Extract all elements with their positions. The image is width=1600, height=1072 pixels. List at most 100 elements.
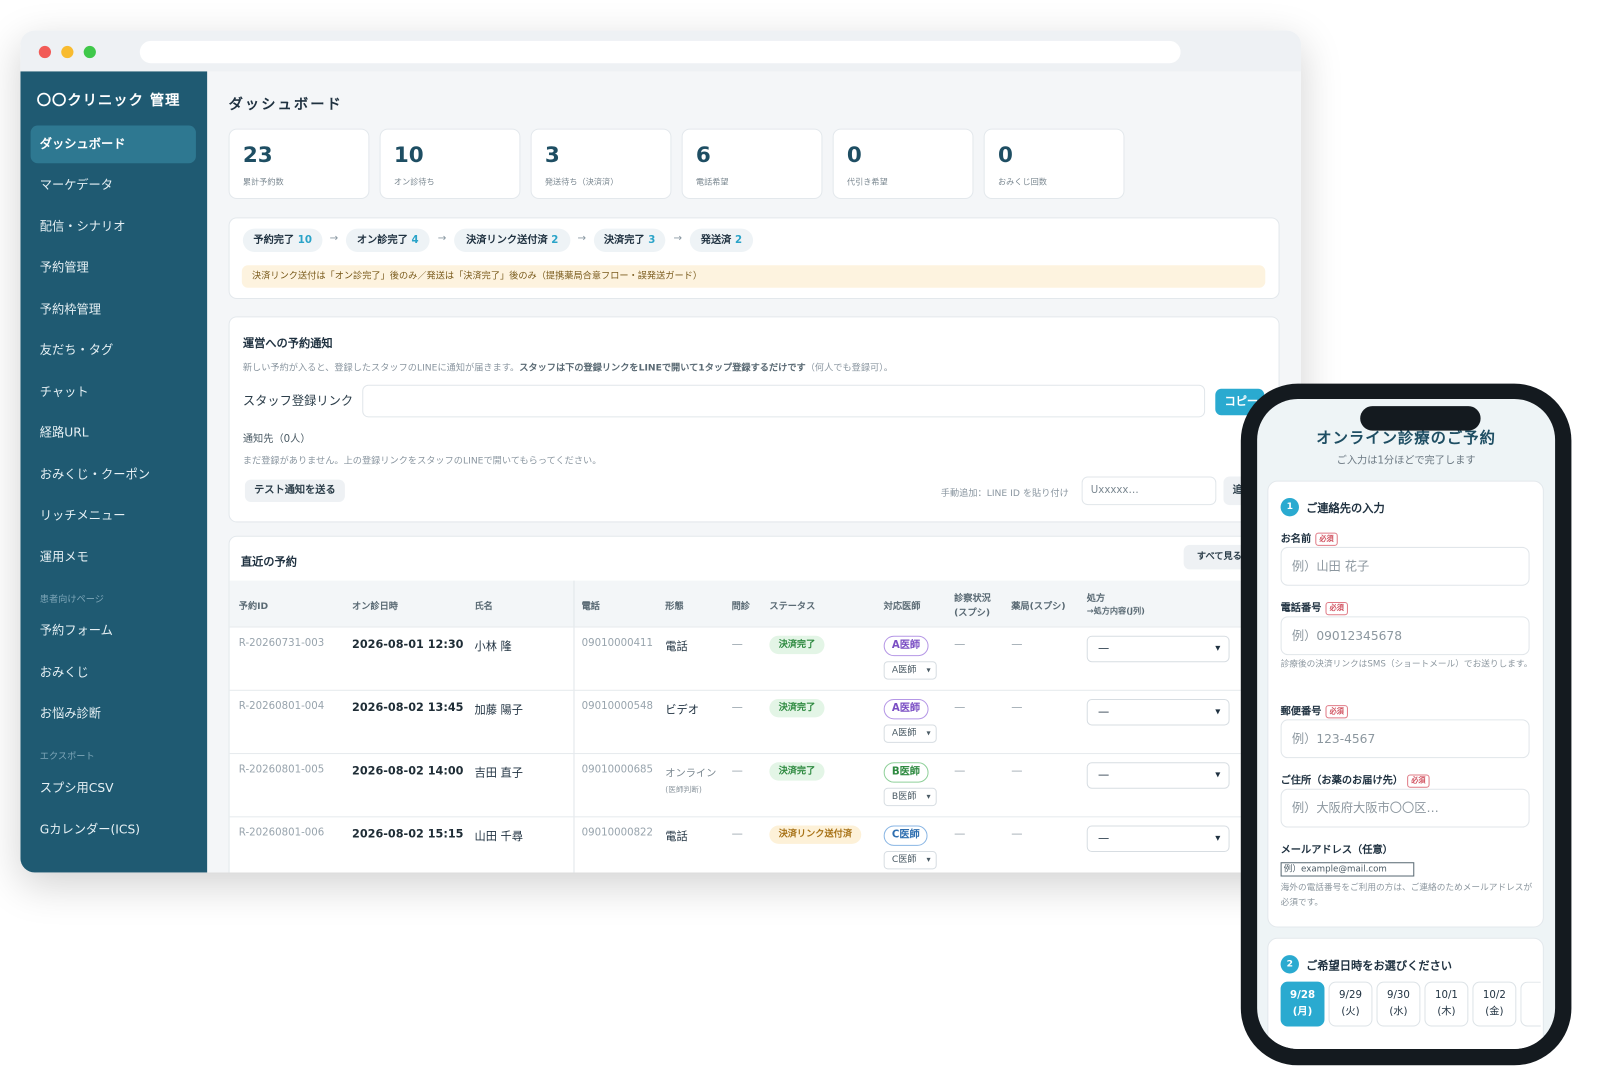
- date-option[interactable]: 10/1 (木): [1424, 981, 1469, 1027]
- app-title: 〇〇クリニック 管理: [36, 92, 181, 110]
- sidebar-item-omikuji[interactable]: おみくじ: [31, 654, 196, 692]
- stat-label: おみくじ回数: [997, 177, 1047, 187]
- doctor-select-value: C医師: [891, 855, 917, 866]
- flow-note: 決済リンク送付は「オン診完了」後のみ／発送は「決済完了」後のみ（提携薬局合意フロ…: [241, 265, 1266, 288]
- flow-step[interactable]: 決済リンク送付済 2: [454, 228, 571, 253]
- flow-step-count: 2: [551, 234, 559, 246]
- patient-name: 吉田 直子: [474, 766, 523, 780]
- rx-select-value: —: [1097, 768, 1110, 782]
- chevron-down-icon: ▾: [926, 855, 931, 865]
- notify-title: 運営への予約通知: [242, 336, 333, 350]
- chevron-down-icon: ▾: [1215, 642, 1221, 655]
- doctor-select[interactable]: A医師 ▾: [883, 661, 937, 680]
- flow-card: 予約完了 10 → オン診完了 4 → 決済リンク送付済 2 → 決済完了 3 …: [228, 217, 1280, 299]
- recipients-label: 通知先（0人）: [242, 433, 311, 445]
- sidebar-item-csv[interactable]: スプシ用CSV: [31, 769, 196, 807]
- flow-step-label: 決済リンク送付済: [466, 234, 548, 246]
- rx-select-value: —: [1097, 705, 1110, 719]
- sidebar-item-delivery[interactable]: 配信・シナリオ: [31, 208, 196, 246]
- reservation-id[interactable]: R-20260801-004: [239, 701, 324, 712]
- rx-select[interactable]: — ▾: [1086, 762, 1230, 789]
- sidebar-item-slots[interactable]: 予約枠管理: [31, 291, 196, 329]
- rx-select-value: —: [1097, 831, 1110, 845]
- date-day: 9/28: [1290, 989, 1316, 1002]
- consult-type: オンライン: [665, 768, 717, 780]
- col-exam: 診察状況: [954, 593, 991, 605]
- reservation-datetime: 2026-08-01 12:30: [352, 637, 464, 652]
- sidebar-item-form[interactable]: 予約フォーム: [31, 612, 196, 650]
- sidebar-item-marketing[interactable]: マーケデータ: [31, 166, 196, 204]
- maximize-dot-icon[interactable]: [83, 45, 96, 59]
- sidebar-item-friends[interactable]: 友だち・タグ: [31, 332, 196, 370]
- flow-step-label: オン診完了: [356, 234, 408, 246]
- name-field[interactable]: 例）山田 花子: [1280, 546, 1530, 586]
- tel-field[interactable]: 例）09012345678: [1280, 616, 1530, 656]
- recipients-empty: まだ登録がありません。上の登録リンクをスタッフのLINEで開いてもらってください…: [242, 456, 602, 467]
- sidebar-item-diagnosis[interactable]: お悩み診断: [31, 695, 196, 733]
- row-divider: [229, 753, 1279, 755]
- sidebar-item-rich-menu[interactable]: リッチメニュー: [31, 497, 196, 535]
- reservation-id[interactable]: R-20260731-003: [239, 638, 324, 649]
- sidebar-item-memo[interactable]: 運用メモ: [31, 539, 196, 577]
- col-id: 予約ID: [238, 602, 269, 613]
- col-name: 氏名: [474, 602, 493, 613]
- recent-card: 直近の予約 すべて見る 予約ID オン診日時 氏名 電話 形態 問診 ステータス…: [228, 535, 1280, 873]
- sidebar-item-ics[interactable]: Gカレンダー(ICS): [31, 811, 196, 849]
- doctor-badge: B医師: [883, 762, 929, 783]
- reservation-datetime: 2026-08-02 13:45: [352, 701, 464, 715]
- minimize-dot-icon[interactable]: [61, 45, 74, 59]
- sidebar-item-dashboard[interactable]: ダッシュボード: [30, 125, 196, 164]
- patient-name: 加藤 陽子: [474, 703, 523, 717]
- notify-desc-c: （何人でも登録可）。: [805, 363, 893, 374]
- reservation-id[interactable]: R-20260801-005: [239, 764, 324, 775]
- address-field[interactable]: 例）大阪府大阪市〇〇区…: [1280, 788, 1530, 828]
- interview-value: —: [731, 637, 743, 652]
- notify-card: 運営への予約通知 新しい予約が入ると、登録したスタッフのLINEに通知が届きます…: [228, 316, 1280, 523]
- col-interview: 問診: [731, 602, 751, 613]
- rx-select[interactable]: — ▾: [1086, 825, 1230, 853]
- sidebar-item-chat[interactable]: チャット: [31, 373, 196, 411]
- rx-select[interactable]: — ▾: [1086, 698, 1230, 726]
- doctor-select[interactable]: C医師 ▾: [883, 851, 937, 870]
- flow-step[interactable]: 発送済 2: [689, 228, 754, 253]
- consult-type: 電話: [665, 639, 688, 654]
- sidebar-item-route-url[interactable]: 経路URL: [31, 414, 196, 452]
- sidebar-item-reservations[interactable]: 予約管理: [31, 249, 196, 287]
- exam-value: —: [954, 764, 966, 778]
- flow-step[interactable]: 決済完了 3: [593, 228, 666, 253]
- stat-label: 発送待ち（決済済）: [544, 177, 619, 187]
- test-notify-button[interactable]: テスト通知を送る: [244, 479, 345, 503]
- doctor-select-value: B医師: [891, 791, 917, 803]
- address-bar[interactable]: [139, 40, 1181, 64]
- date-option[interactable]: 9/28 (月): [1280, 981, 1325, 1027]
- doctor-select[interactable]: A医師 ▾: [883, 724, 937, 743]
- patient-phone: 09010000685: [581, 764, 654, 776]
- reservation-id[interactable]: R-20260801-006: [239, 828, 324, 839]
- date-option[interactable]: 9/29 (火): [1328, 981, 1373, 1027]
- status-badge: 決済完了: [769, 762, 825, 781]
- email-field[interactable]: 例）example@mail.com: [1280, 862, 1415, 877]
- close-dot-icon[interactable]: [38, 45, 52, 59]
- line-id-input[interactable]: Uxxxxx…: [1081, 476, 1217, 506]
- patient-name: 山田 千尋: [474, 829, 523, 843]
- status-badge: 決済完了: [769, 698, 825, 718]
- flow-step-label: 予約完了: [253, 234, 295, 246]
- required-badge: 必須: [1325, 704, 1348, 718]
- staff-link-field[interactable]: [362, 384, 1206, 418]
- doctor-badge: C医師: [883, 825, 928, 846]
- zip-field[interactable]: 例）123-4567: [1280, 719, 1530, 759]
- address-label-text: ご住所（お薬のお届け先）: [1280, 775, 1404, 787]
- status-badge: 決済完了: [769, 635, 825, 655]
- date-option[interactable]: 9/30 (水): [1376, 981, 1421, 1027]
- flow-step[interactable]: 予約完了 10: [242, 228, 323, 253]
- date-option[interactable]: 10/2 (金): [1472, 981, 1517, 1027]
- page-title: ダッシュボード: [228, 96, 343, 114]
- flow-step[interactable]: オン診完了 4: [345, 228, 430, 253]
- rx-select[interactable]: — ▾: [1086, 635, 1230, 663]
- date-day: 10/1: [1434, 989, 1458, 1002]
- browser-window: 〇〇クリニック 管理 ダッシュボード マーケデータ 配信・シナリオ 予約管理 予…: [20, 30, 1302, 873]
- sidebar-section-export: エクスポート: [39, 752, 95, 763]
- date-option-partial[interactable]: [1520, 981, 1541, 1027]
- sidebar-item-omikuji-coupon[interactable]: おみくじ・クーポン: [31, 456, 196, 494]
- doctor-select[interactable]: B医師 ▾: [883, 787, 937, 807]
